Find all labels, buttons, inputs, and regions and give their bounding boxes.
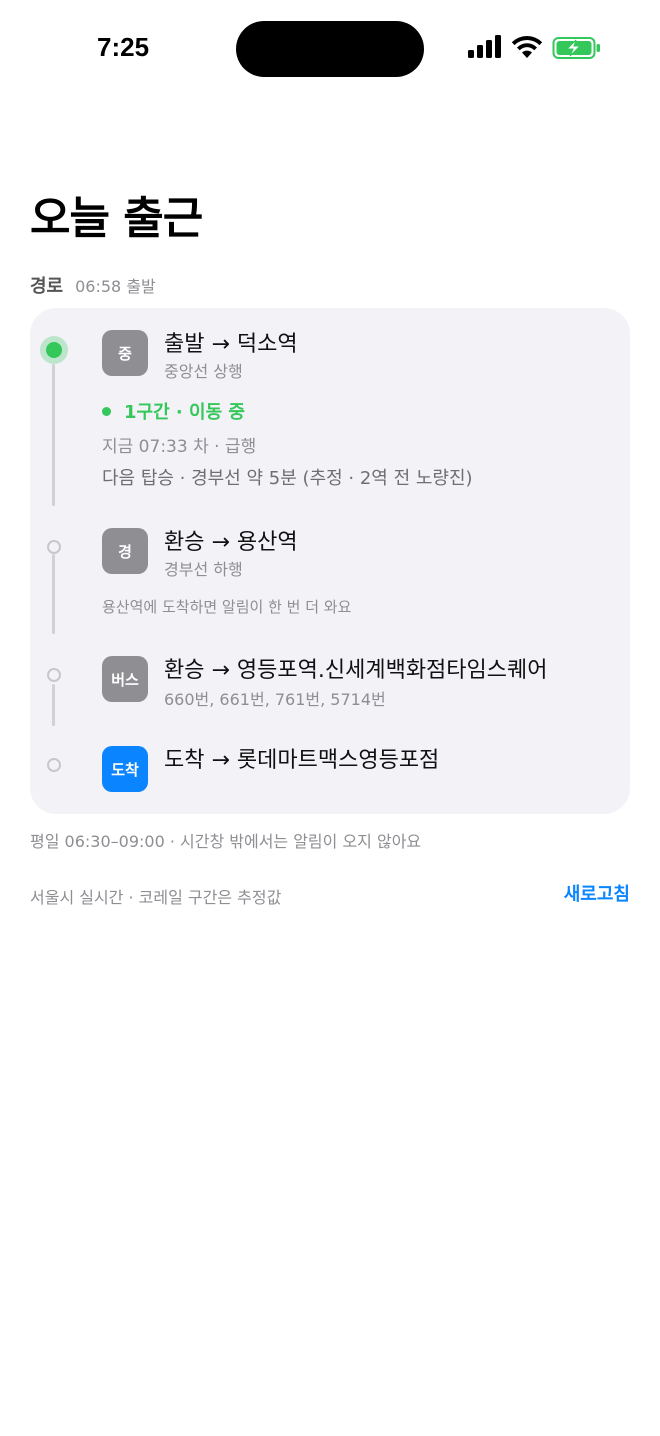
dynamic-island — [236, 21, 424, 77]
status-indicator: 1구간 · 이동 중 — [102, 398, 245, 424]
step-title: 환승 → 용산역 — [164, 530, 298, 555]
signal-icon — [468, 35, 501, 58]
departure-time: 06:58 출발 — [75, 277, 156, 296]
step-title: 출발 → 덕소역 — [164, 332, 298, 357]
timeline-connector — [52, 554, 55, 634]
step-title: 도착 → 롯데마트맥스영등포점 — [164, 748, 440, 773]
route-header: 경로 06:58 출발 — [30, 272, 156, 298]
current-train-info: 지금 07:33 차 · 급행 — [102, 437, 257, 457]
timeline-dot — [47, 758, 61, 772]
step-subtitle: 중앙선 상행 — [164, 362, 243, 381]
timeline-dot — [47, 668, 61, 682]
page-title: 오늘 출근 — [30, 193, 203, 244]
step-title: 환승 → 영등포역.신세계백화점타임스퀘어 — [164, 658, 548, 683]
timeline-dot — [47, 540, 61, 554]
screen: 7:25 오늘 출근 경로 06:58 출발 중 출발 → 덕소역 중앙선 상행… — [0, 0, 660, 1436]
arrival-badge: 도착 — [102, 746, 148, 792]
step-subtitle: 경부선 하행 — [164, 560, 243, 579]
line-badge-gyeongbu: 경 — [102, 528, 148, 574]
timeline-dot-active — [40, 336, 68, 364]
route-label: 경로 — [30, 276, 64, 297]
wifi-icon — [511, 36, 543, 58]
data-source-note: 서울시 실시간 · 코레일 구간은 추정값 — [30, 888, 282, 907]
refresh-button[interactable]: 새로고침 — [564, 880, 630, 906]
line-badge-jungang: 중 — [102, 330, 148, 376]
step-subtitle: 660번, 661번, 761번, 5714번 — [164, 690, 386, 709]
arrival-alert-note: 용산역에 도착하면 알림이 한 번 더 와요 — [102, 598, 352, 616]
next-boarding-info: 다음 탑승 · 경부선 약 5분 (추정 · 2역 전 노량진) — [102, 468, 473, 489]
timeline-connector — [52, 684, 55, 726]
live-dot-icon — [102, 406, 111, 416]
timeline-connector — [52, 364, 55, 506]
status-text: 1구간 · 이동 중 — [124, 402, 245, 423]
route-card: 중 출발 → 덕소역 중앙선 상행 1구간 · 이동 중 지금 07:33 차 … — [30, 308, 630, 814]
alert-window-note: 평일 06:30–09:00 · 시간창 밖에서는 알림이 오지 않아요 — [30, 832, 422, 851]
battery-charging-icon — [552, 37, 600, 59]
bus-badge: 버스 — [102, 656, 148, 702]
status-time: 7:25 — [97, 32, 150, 62]
